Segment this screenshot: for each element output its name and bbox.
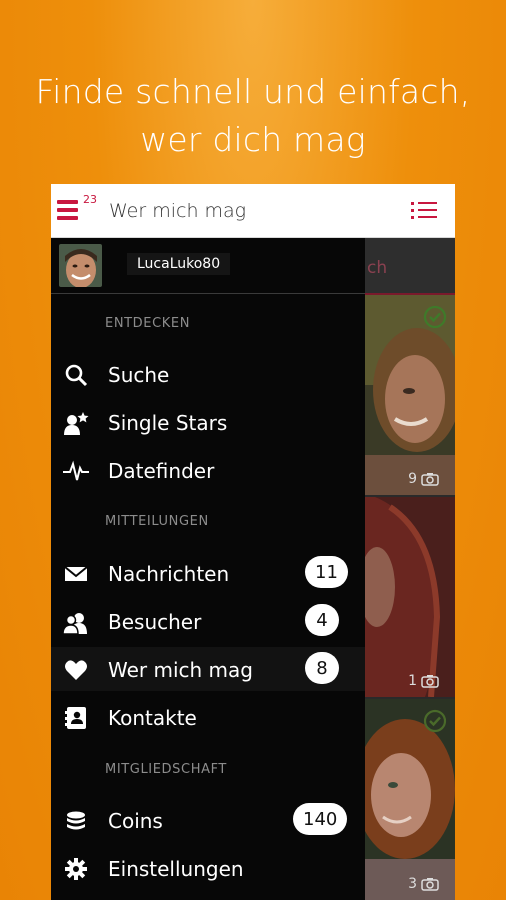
profile-card[interactable]: 1 bbox=[365, 497, 455, 697]
menu-label: Wer mich mag bbox=[108, 658, 253, 682]
camera-icon bbox=[421, 473, 439, 486]
drawer-profile-header[interactable]: LucaLuko80 bbox=[51, 238, 365, 294]
menu-label: Besucher bbox=[108, 610, 202, 634]
tagline: Finde schnell und einfach, wer dich mag bbox=[0, 68, 506, 164]
visitors-icon bbox=[63, 609, 89, 635]
tab-strip: ch bbox=[365, 238, 455, 295]
check-icon bbox=[423, 709, 447, 738]
profile-card[interactable]: 3 bbox=[365, 699, 455, 900]
photo-count: 9 bbox=[408, 471, 439, 487]
profile-photo bbox=[365, 497, 455, 697]
menu-item-datefinder[interactable]: Datefinder bbox=[51, 448, 365, 492]
photo-count-value: 9 bbox=[408, 471, 417, 487]
menu-label: Nachrichten bbox=[108, 562, 230, 586]
section-header-messages: MITTEILUNGEN bbox=[105, 514, 209, 529]
username: LucaLuko80 bbox=[127, 253, 231, 275]
menu-item-search[interactable]: Suche bbox=[51, 352, 365, 396]
page-title: Wer mich mag bbox=[109, 200, 247, 222]
menu-item-contacts[interactable]: Kontakte bbox=[51, 695, 365, 739]
tab-label-partial[interactable]: ch bbox=[367, 258, 387, 278]
contacts-icon bbox=[63, 705, 89, 731]
gear-icon bbox=[63, 856, 89, 882]
heart-icon bbox=[63, 657, 89, 683]
envelope-icon bbox=[63, 561, 89, 587]
menu-label: Single Stars bbox=[108, 411, 228, 435]
photo-count: 3 bbox=[408, 876, 439, 892]
menu-notification-count: 23 bbox=[83, 193, 97, 206]
list-view-icon[interactable] bbox=[411, 201, 439, 221]
count-badge: 4 bbox=[305, 604, 339, 636]
photo-count-value: 1 bbox=[408, 673, 417, 689]
count-badge: 11 bbox=[305, 556, 348, 588]
single-stars-icon bbox=[63, 410, 89, 436]
search-icon bbox=[63, 362, 89, 388]
profile-card[interactable]: 9 bbox=[365, 295, 455, 495]
menu-label: Datefinder bbox=[108, 459, 215, 483]
photo-count: 1 bbox=[408, 673, 439, 689]
app-bar: 23 Wer mich mag bbox=[51, 184, 455, 238]
menu-item-messages[interactable]: Nachrichten 11 bbox=[51, 551, 365, 595]
menu-label: Einstellungen bbox=[108, 857, 244, 881]
menu-label: Kontakte bbox=[108, 706, 197, 730]
hamburger-icon[interactable] bbox=[57, 198, 81, 222]
coins-icon bbox=[63, 808, 89, 834]
menu-item-coins[interactable]: Coins 140 bbox=[51, 798, 365, 842]
menu-item-visitors[interactable]: Besucher 4 bbox=[51, 599, 365, 643]
count-badge: 140 bbox=[293, 803, 348, 835]
camera-icon bbox=[421, 878, 439, 891]
navigation-drawer: LucaLuko80 ENTDECKEN Suche Single Stars … bbox=[51, 238, 365, 900]
section-header-discover: ENTDECKEN bbox=[105, 316, 191, 331]
check-icon bbox=[423, 305, 447, 334]
section-header-membership: MITGLIEDSCHAFT bbox=[105, 762, 227, 777]
menu-label: Suche bbox=[108, 363, 170, 387]
camera-icon bbox=[421, 675, 439, 688]
pulse-icon bbox=[63, 458, 89, 484]
menu-label: Coins bbox=[108, 809, 163, 833]
menu-item-single-stars[interactable]: Single Stars bbox=[51, 400, 365, 444]
count-badge: 8 bbox=[305, 652, 339, 684]
avatar[interactable] bbox=[59, 244, 102, 287]
menu-item-settings[interactable]: Einstellungen bbox=[51, 846, 365, 890]
likes-content: ch 9 1 3 bbox=[365, 238, 455, 900]
photo-count-value: 3 bbox=[408, 876, 417, 892]
phone-screen: 23 Wer mich mag ch 9 1 3 LucaLuko80 ENTD… bbox=[51, 184, 455, 900]
menu-item-likes[interactable]: Wer mich mag 8 bbox=[51, 647, 365, 691]
tagline-line-1: Finde schnell und einfach, bbox=[35, 72, 471, 111]
tagline-line-2: wer dich mag bbox=[140, 120, 366, 159]
